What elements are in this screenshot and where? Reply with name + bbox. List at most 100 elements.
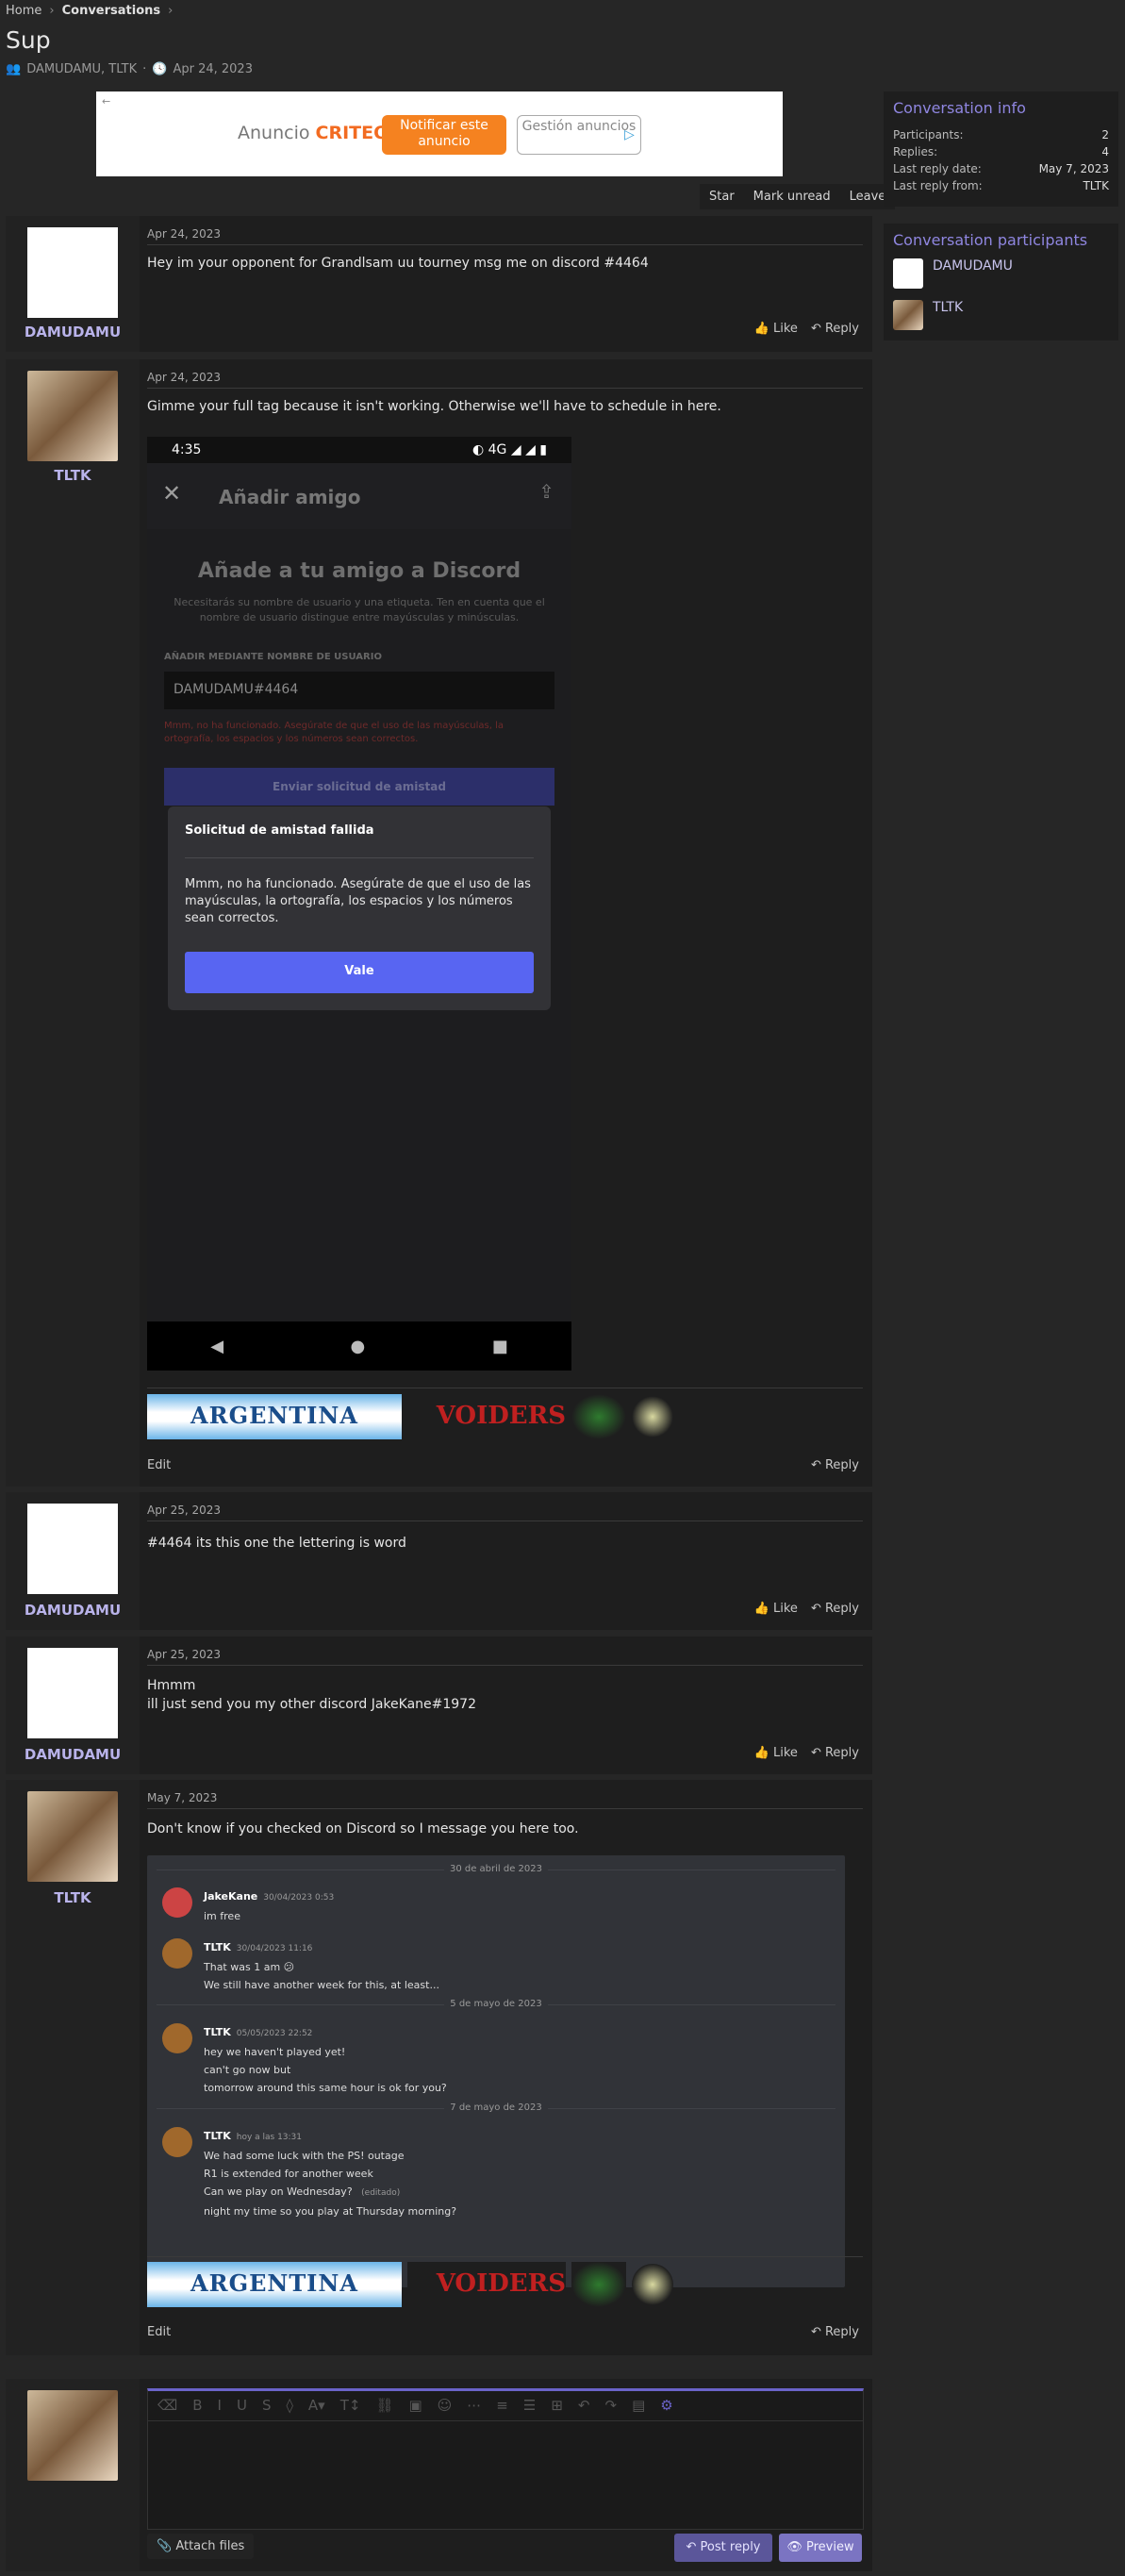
- post-date[interactable]: Apr 25, 2023: [147, 1648, 221, 1661]
- replies-label: Replies:: [893, 145, 938, 158]
- italic-icon[interactable]: I: [218, 2397, 222, 2415]
- like-button[interactable]: 👍 Like: [754, 1746, 798, 1760]
- breadcrumb: Home › Conversations ›: [6, 4, 173, 18]
- pokemon-sprite: [632, 1396, 673, 1438]
- day-separator: 30 de abril de 2023: [147, 1864, 845, 1874]
- font-icon[interactable]: A▾: [308, 2397, 325, 2415]
- align-icon[interactable]: ≡: [496, 2397, 508, 2415]
- avatar[interactable]: [893, 258, 923, 289]
- chevron-right-icon: ›: [49, 4, 55, 18]
- post-body: Hey im your opponent for Grandlsam uu to…: [147, 256, 649, 271]
- reply-button[interactable]: ↶ Reply: [811, 2325, 859, 2339]
- breadcrumb-conversations[interactable]: Conversations: [62, 4, 161, 18]
- ad-report-button[interactable]: Notificar este anuncio: [382, 115, 506, 155]
- avatar[interactable]: [27, 1504, 118, 1594]
- emoji-icon[interactable]: ☺: [438, 2397, 453, 2415]
- participant-item[interactable]: TLTK: [893, 300, 1109, 330]
- participant-name[interactable]: DAMUDAMU: [933, 258, 1013, 274]
- settings-icon[interactable]: ⚙: [660, 2397, 672, 2415]
- avatar[interactable]: [27, 2390, 118, 2481]
- attach-files-button[interactable]: 📎 Attach files: [147, 2534, 255, 2559]
- reply-button[interactable]: ↶ Reply: [811, 1458, 859, 1472]
- avatar[interactable]: [27, 1791, 118, 1882]
- reply-icon: ↶: [810, 1602, 821, 1616]
- like-button[interactable]: 👍 Like: [754, 322, 798, 336]
- ad-manage-button[interactable]: Gestión anuncios: [517, 115, 641, 155]
- table-icon[interactable]: ⊞: [551, 2397, 563, 2415]
- username[interactable]: TLTK: [6, 1889, 140, 1906]
- back-arrow-icon[interactable]: ←: [102, 95, 110, 108]
- avatar[interactable]: [27, 1648, 118, 1738]
- conversation-meta: 👥 DAMUDAMU, TLTK · 🕓 Apr 24, 2023: [6, 62, 253, 76]
- post-date[interactable]: May 7, 2023: [147, 1791, 217, 1804]
- divider: [147, 1665, 863, 1666]
- conversation-info: Conversation info Participants: 2 Replies…: [884, 91, 1118, 207]
- post-date[interactable]: Apr 25, 2023: [147, 1504, 221, 1517]
- avatar[interactable]: [27, 371, 118, 461]
- avatar[interactable]: [893, 300, 923, 330]
- edit-button[interactable]: Edit: [147, 2325, 171, 2339]
- eraser-icon[interactable]: ⌫: [157, 2397, 177, 2415]
- username[interactable]: DAMUDAMU: [6, 1746, 140, 1763]
- post-date[interactable]: Apr 24, 2023: [147, 227, 221, 241]
- post-body: Hmmm ill just send you my other discord J…: [147, 1676, 476, 1714]
- color-icon[interactable]: ◊: [286, 2397, 292, 2415]
- last-date-label: Last reply date:: [893, 162, 982, 175]
- undo-icon[interactable]: ↶: [578, 2397, 590, 2415]
- post-user-panel: DAMUDAMU: [6, 1492, 140, 1630]
- avatar[interactable]: [27, 227, 118, 318]
- participant-name[interactable]: TLTK: [933, 300, 963, 315]
- recents-icon: ■: [491, 1336, 508, 1356]
- link-icon[interactable]: ⛓: [375, 2397, 393, 2415]
- reply-icon: ↶: [686, 2540, 697, 2554]
- image-icon[interactable]: ▣: [408, 2397, 422, 2415]
- font-size-icon[interactable]: T↕: [340, 2397, 361, 2415]
- discord-screenshot[interactable]: 30 de abril de 2023 JakeKane 30/04/2023 0…: [147, 1855, 845, 2287]
- adchoices-icon[interactable]: ▷: [624, 127, 635, 142]
- like-button[interactable]: 👍 Like: [754, 1602, 798, 1616]
- username[interactable]: DAMUDAMU: [6, 1602, 140, 1619]
- close-icon: ✕: [162, 480, 182, 507]
- message-post: DAMUDAMU Apr 25, 2023 Hmmm ill just send …: [6, 1637, 872, 1774]
- reply-form: ⌫ B I U S ◊ A▾ T↕ ⛓ ▣ ☺ ⋯ ≡ ☰ ⊞ ↶ ↷ ▤ ⚙ …: [6, 2379, 872, 2571]
- divider: [147, 388, 863, 389]
- redo-icon[interactable]: ↷: [604, 2397, 617, 2415]
- username-field: DAMUDAMU#4464: [164, 672, 554, 709]
- username[interactable]: DAMUDAMU: [6, 324, 140, 341]
- save-draft-icon[interactable]: ▤: [632, 2397, 645, 2415]
- screen-title: Añadir amigo: [219, 486, 361, 508]
- post-reply-button[interactable]: ↶ Post reply: [674, 2534, 772, 2562]
- participants-heading: Conversation participants: [893, 231, 1088, 249]
- paperclip-icon: 📎: [157, 2539, 173, 2553]
- participant-item[interactable]: DAMUDAMU: [893, 258, 1109, 289]
- reply-icon: ↶: [810, 2325, 821, 2339]
- star-button[interactable]: Star: [700, 184, 744, 209]
- chevron-right-icon: ›: [168, 4, 174, 18]
- breadcrumb-home[interactable]: Home: [6, 4, 41, 18]
- underline-icon[interactable]: U: [237, 2397, 247, 2415]
- pokemon-sprite: [571, 1394, 626, 1439]
- preview-button[interactable]: 👁 Preview: [779, 2534, 862, 2562]
- post-user-panel: [6, 2379, 140, 2571]
- reply-button[interactable]: ↶ Reply: [811, 1746, 859, 1760]
- reply-button[interactable]: ↶ Reply: [811, 322, 859, 336]
- more-icon[interactable]: ⋯: [467, 2397, 481, 2415]
- screenshot-attachment[interactable]: 4:35 ◐ 4G ◢ ◢ ▮ ✕ Añadir amigo ⇪ Añade a…: [147, 437, 571, 1371]
- meta-separator: ·: [142, 62, 147, 76]
- mark-unread-button[interactable]: Mark unread: [744, 184, 840, 209]
- meta-participants[interactable]: DAMUDAMU, TLTK: [26, 62, 137, 76]
- post-footer: 👍 Like ↶ Reply: [754, 1602, 859, 1616]
- list-icon[interactable]: ☰: [523, 2397, 536, 2415]
- conversation-actions: Star Mark unread Leave: [700, 184, 896, 209]
- editor-toolbar: ⌫ B I U S ◊ A▾ T↕ ⛓ ▣ ☺ ⋯ ≡ ☰ ⊞ ↶ ↷ ▤ ⚙: [148, 2391, 863, 2421]
- username[interactable]: TLTK: [6, 467, 140, 484]
- edit-button[interactable]: Edit: [147, 1458, 171, 1472]
- post-date[interactable]: Apr 24, 2023: [147, 371, 221, 384]
- advertisement[interactable]: ← Anuncio CRITEO Notificar este anuncio …: [96, 91, 783, 176]
- divider: [147, 2256, 863, 2257]
- bold-icon[interactable]: B: [192, 2397, 202, 2415]
- last-from-value[interactable]: TLTK: [1083, 177, 1109, 194]
- strikethrough-icon[interactable]: S: [262, 2397, 272, 2415]
- reply-button[interactable]: ↶ Reply: [811, 1602, 859, 1616]
- message-editor[interactable]: ⌫ B I U S ◊ A▾ T↕ ⛓ ▣ ☺ ⋯ ≡ ☰ ⊞ ↶ ↷ ▤ ⚙: [147, 2388, 864, 2530]
